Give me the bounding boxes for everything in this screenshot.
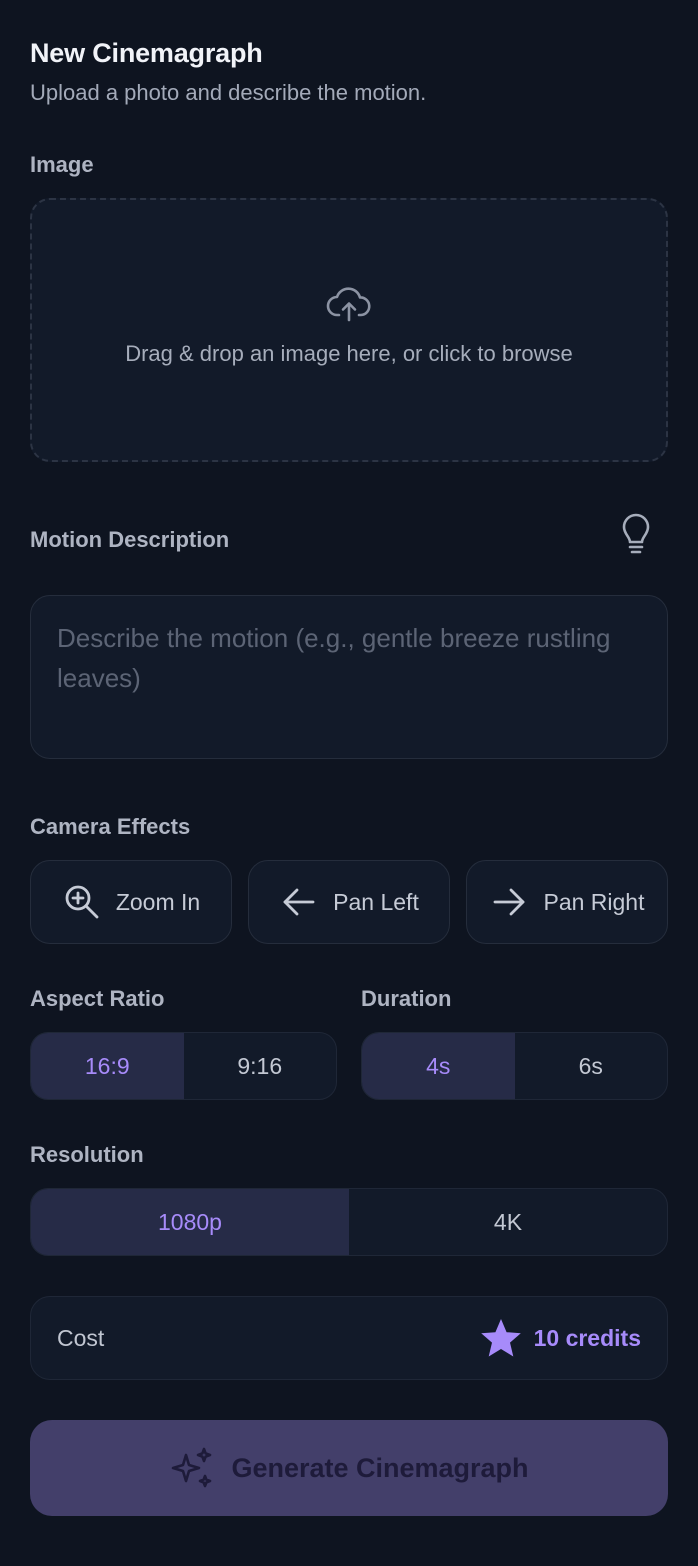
aspect-ratio-option-9-16[interactable]: 9:16 [184,1033,337,1099]
star-icon [480,1319,521,1357]
pan-right-button[interactable]: Pan Right [466,860,668,944]
camera-effects-label: Camera Effects [30,814,191,839]
pan-left-button[interactable]: Pan Left [248,860,450,944]
aspect-ratio-label: Aspect Ratio [30,986,165,1011]
aspect-ratio-option-16-9[interactable]: 16:9 [31,1033,184,1099]
aspect-ratio-selector: 16:9 9:16 [30,1032,337,1100]
duration-option-4s[interactable]: 4s [362,1033,515,1099]
image-label: Image [30,152,94,177]
zoom-in-label: Zoom In [115,888,201,915]
cost-credits: 10 credits [480,1317,641,1359]
zoom-in-button[interactable]: Zoom In [30,860,232,944]
duration-option-6s[interactable]: 6s [515,1033,668,1099]
arrow-left-icon [283,888,315,916]
cost-panel: Cost 10 credits [30,1296,668,1380]
motion-description-label: Motion Description [30,527,230,552]
credits-value: 10 credits [533,1324,641,1351]
motion-description-placeholder: Describe the motion (e.g., gentle breeze… [57,623,611,693]
image-dropzone[interactable]: Drag & drop an image here, or click to b… [30,198,668,462]
generate-cinemagraph-button[interactable]: Generate Cinemagraph [30,1420,668,1516]
duration-selector: 4s 6s [361,1032,668,1100]
zoom-in-icon [65,885,99,919]
cost-label: Cost [57,1324,105,1351]
pan-left-label: Pan Left [333,888,419,915]
arrow-right-icon [494,888,525,916]
resolution-label: Resolution [30,1142,144,1167]
duration-label: Duration [361,986,452,1011]
page-subtitle: Upload a photo and describe the motion. [30,80,427,105]
sparkles-icon [172,1447,212,1488]
new-cinemagraph-panel: New Cinemagraph Upload a photo and descr… [0,0,698,1566]
generate-label: Generate Cinemagraph [231,1452,529,1483]
resolution-selector: 1080p 4K [30,1188,668,1256]
page-title: New Cinemagraph [30,38,263,68]
motion-description-input[interactable]: Describe the motion (e.g., gentle breeze… [30,595,668,759]
lightbulb-icon[interactable] [616,512,656,556]
dropzone-text: Drag & drop an image here, or click to b… [125,341,573,366]
pan-right-label: Pan Right [543,888,645,915]
cloud-upload-icon [326,287,371,322]
resolution-option-4k[interactable]: 4K [349,1189,667,1255]
resolution-option-1080p[interactable]: 1080p [31,1189,349,1255]
